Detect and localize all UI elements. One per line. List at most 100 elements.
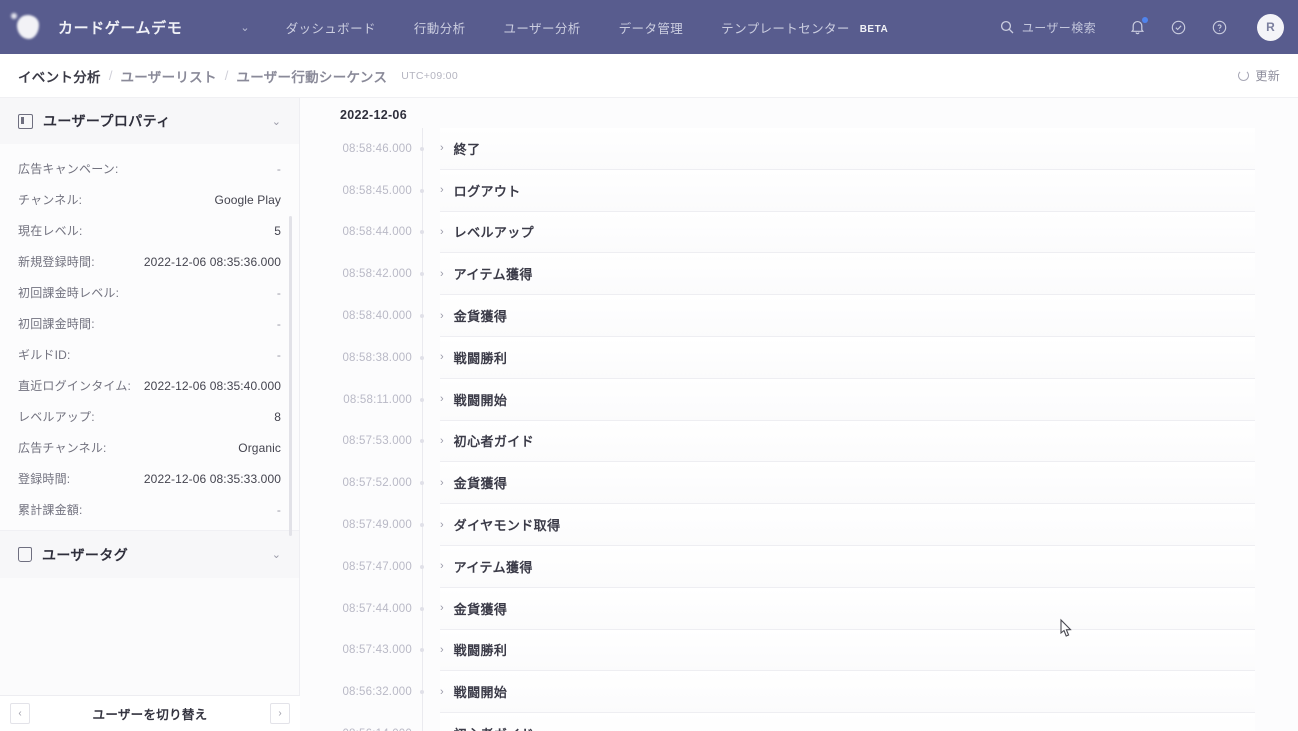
event-timestamp: 08:58:42.000 (342, 268, 412, 281)
event-timestamp: 08:58:40.000 (342, 310, 412, 323)
event-card[interactable]: › 金貨獲得 (440, 462, 1255, 505)
timeline-event-row[interactable]: 08:56:32.000 › 戦闘開始 (300, 671, 1298, 714)
timeline-node-dot (420, 272, 424, 277)
event-card[interactable]: › 終了 (440, 128, 1255, 170)
user-tags-content (0, 578, 299, 598)
property-label: レベルアップ: (18, 410, 95, 424)
refresh-button[interactable]: 更新 (1238, 67, 1280, 84)
timeline-event-row[interactable]: 08:58:11.000 › 戦闘開始 (300, 378, 1298, 421)
event-timeline: 2022-12-06 08:58:46.000 › 終了 08:58:45.000 › ロ… (300, 98, 1298, 731)
user-properties-panel-header[interactable]: ユーザープロパティ ⌄ (0, 98, 299, 144)
event-card[interactable]: › 戦闘開始 (440, 378, 1255, 421)
event-card[interactable]: › 戦闘開始 (440, 671, 1255, 714)
event-card[interactable]: › 金貨獲得 (440, 295, 1255, 337)
chevron-right-icon[interactable]: › (440, 477, 444, 489)
event-card[interactable]: › 初心者ガイド (440, 420, 1255, 463)
chevron-right-icon[interactable]: › (440, 184, 444, 196)
check-circle-icon[interactable] (1171, 20, 1186, 35)
property-label: チャンネル: (18, 193, 83, 207)
event-card[interactable]: › 初心者ガイド (440, 713, 1255, 731)
chevron-right-icon[interactable]: › (440, 519, 444, 531)
breadcrumb-item-event-analysis[interactable]: イベント分析 (18, 66, 101, 86)
nav-item-behavior-analysis[interactable]: 行動分析 (414, 18, 466, 37)
nav-item-user-analysis[interactable]: ユーザー分析 (504, 18, 581, 37)
chevron-down-icon[interactable]: ⌄ (272, 548, 281, 561)
chevron-right-icon[interactable]: › (440, 142, 444, 154)
event-card[interactable]: › レベルアップ (440, 211, 1255, 254)
timeline-event-row[interactable]: 08:57:47.000 › アイテム獲得 (300, 545, 1298, 588)
timeline-node-dot (420, 397, 424, 402)
chevron-right-icon[interactable]: › (440, 686, 444, 698)
switch-user-label[interactable]: ユーザーを切り替え (30, 704, 270, 723)
event-card[interactable]: › 戦闘勝利 (440, 629, 1255, 672)
timeline-event-row[interactable]: 08:58:38.000 › 戦闘勝利 (300, 336, 1298, 379)
avatar[interactable]: R (1257, 13, 1284, 41)
chevron-right-icon[interactable]: › (440, 644, 444, 656)
event-card[interactable]: › アイテム獲得 (440, 545, 1255, 588)
breadcrumb-item-user-action-sequence[interactable]: ユーザー行動シーケンス (236, 66, 387, 86)
chevron-down-icon[interactable]: ⌄ (272, 115, 281, 128)
chevron-right-icon[interactable]: › (440, 351, 444, 363)
timeline-node-dot (420, 314, 424, 319)
chevron-right-icon[interactable]: › (440, 310, 444, 322)
property-value: - (276, 348, 281, 362)
timeline-node-dot (420, 523, 424, 528)
breadcrumb-item-user-list[interactable]: ユーザーリスト (120, 66, 216, 86)
event-name: 金貨獲得 (453, 476, 508, 492)
user-properties-list: 広告キャンペーン: - チャンネル: Google Play 現在レベル: 5 … (0, 144, 299, 530)
event-card[interactable]: › 金貨獲得 (440, 587, 1255, 630)
event-card[interactable]: › ダイヤモンド取得 (440, 504, 1255, 546)
timeline-event-row[interactable]: 08:56:14.000›初心者ガイド (300, 713, 1298, 731)
event-card[interactable]: › 戦闘勝利 (440, 336, 1255, 379)
event-timestamp: 08:58:38.000 (342, 351, 412, 364)
property-row: レベルアップ: 8 (18, 402, 281, 433)
chevron-down-icon[interactable]: ⌄ (240, 21, 249, 34)
property-row: チャンネル: Google Play (18, 185, 281, 216)
property-value: 2022-12-06 08:35:33.000 (143, 472, 281, 486)
user-tags-title: ユーザータグ (42, 546, 129, 563)
event-timestamp: 08:57:49.000 (342, 519, 412, 532)
nav-item-data-management[interactable]: データ管理 (619, 18, 684, 37)
chevron-right-icon[interactable]: › (440, 728, 444, 731)
property-row: ギルドID: - (18, 340, 281, 371)
primary-nav: ダッシュボード 行動分析 ユーザー分析 データ管理 テンプレートセンター BET… (286, 18, 927, 37)
brand-name[interactable]: カードゲームデモ (58, 17, 182, 38)
breadcrumb-separator: / (108, 68, 113, 83)
user-card-icon (18, 113, 33, 129)
previous-user-button[interactable]: ‹ (10, 703, 30, 724)
chevron-right-icon[interactable]: › (440, 393, 444, 405)
property-row: 広告キャンペーン: - (18, 154, 281, 185)
chevron-right-icon[interactable]: › (440, 602, 444, 614)
user-search[interactable]: ユーザー検索 (1000, 19, 1096, 36)
user-tags-panel-header[interactable]: ユーザータグ ⌄ (0, 530, 299, 578)
help-circle-icon[interactable] (1212, 20, 1227, 35)
property-label: 新規登録時間: (18, 255, 95, 269)
timeline-event-row[interactable]: 08:58:44.000 › レベルアップ (300, 211, 1298, 254)
property-value: 8 (274, 410, 281, 424)
nav-item-template-center[interactable]: テンプレートセンター BETA (721, 18, 888, 37)
chevron-right-icon[interactable]: › (440, 435, 444, 447)
timeline-event-row[interactable]: 08:58:42.000 › アイテム獲得 (300, 253, 1298, 296)
event-card[interactable]: › ログアウト (440, 169, 1255, 212)
event-name: ログアウト (453, 183, 521, 199)
beta-badge: BETA (859, 23, 889, 35)
event-card[interactable]: › アイテム獲得 (440, 253, 1255, 296)
property-row: 登録時間: 2022-12-06 08:35:33.000 (18, 464, 281, 495)
timeline-event-row[interactable]: 08:58:40.000 › 金貨獲得 (300, 295, 1298, 337)
timeline-event-row[interactable]: 08:57:49.000 › ダイヤモンド取得 (300, 504, 1298, 546)
chevron-right-icon[interactable]: › (440, 560, 444, 572)
nav-item-dashboard[interactable]: ダッシュボード (286, 18, 376, 37)
timeline-event-row[interactable]: 08:57:43.000 › 戦闘勝利 (300, 629, 1298, 672)
sidebar-scrollbar[interactable] (289, 216, 292, 536)
timeline-event-row[interactable]: 08:57:52.000 › 金貨獲得 (300, 462, 1298, 505)
timeline-event-row[interactable]: 08:57:53.000 › 初心者ガイド (300, 420, 1298, 463)
next-user-button[interactable]: › (270, 703, 290, 724)
event-name: ダイヤモンド取得 (453, 518, 561, 534)
bell-icon[interactable] (1130, 17, 1148, 35)
app-logo[interactable] (0, 15, 56, 39)
timeline-event-row[interactable]: 08:57:44.000 › 金貨獲得 (300, 587, 1298, 630)
timeline-event-row[interactable]: 08:58:45.000 › ログアウト (300, 169, 1298, 212)
chevron-right-icon[interactable]: › (440, 226, 444, 238)
timeline-event-row[interactable]: 08:58:46.000 › 終了 (300, 128, 1298, 170)
chevron-right-icon[interactable]: › (440, 268, 444, 280)
